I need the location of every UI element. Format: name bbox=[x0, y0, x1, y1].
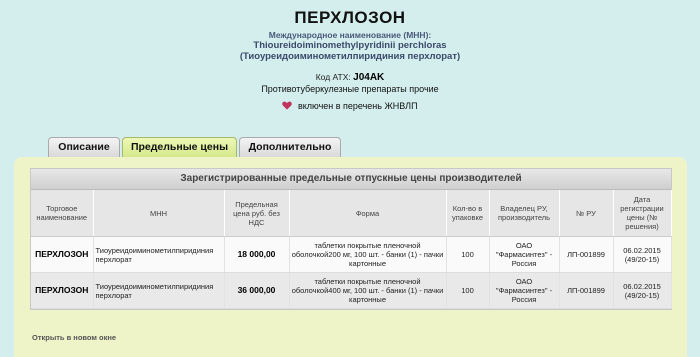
cell-price: 18 000,00 bbox=[224, 236, 290, 273]
col-reg-date: Дата регистрации цены (№ решения) bbox=[613, 190, 672, 237]
atc-code[interactable]: J04AK bbox=[353, 72, 384, 83]
mnn-latin-name: Thioureidoiminomethylpyridinii perchlora… bbox=[253, 40, 447, 51]
col-qty: Кол-во в упаковке bbox=[446, 190, 490, 237]
cell-form: таблетки покрытые пленочной оболочкой400… bbox=[289, 272, 447, 309]
cell-form: таблетки покрытые пленочной оболочкой200… bbox=[289, 236, 447, 273]
atc-description: Противотуберкулезные препараты прочие bbox=[261, 84, 439, 94]
cell-mnn: Тиоуреидоиминометилпиридиния перхлорат bbox=[93, 236, 225, 273]
cell-ru-number: ЛП-001899 bbox=[559, 272, 614, 309]
open-in-new-window-link[interactable]: Открыть в новом окне bbox=[32, 333, 116, 342]
table-row[interactable]: ПЕРХЛОЗОН Тиоуреидоиминометилпиридиния п… bbox=[31, 236, 672, 273]
col-trade-name: Торговое наименование bbox=[31, 190, 94, 237]
cell-qty: 100 bbox=[446, 236, 490, 273]
cell-trade-name: ПЕРХЛОЗОН bbox=[31, 272, 94, 309]
col-ru-number: № РУ bbox=[559, 190, 614, 237]
zhnvlp-status: включен в перечень ЖНВЛП bbox=[0, 101, 700, 111]
page-title: ПЕРХЛОЗОН bbox=[294, 8, 406, 27]
col-mnn: МНН bbox=[93, 190, 225, 237]
cell-qty: 100 bbox=[446, 272, 490, 309]
table-header-row: Торговое наименование МНН Предельная цен… bbox=[31, 190, 672, 237]
cell-reg-date: 06.02.2015 (49/20-15) bbox=[613, 272, 672, 309]
cell-owner: ОАО "Фармасинтез" - Россия bbox=[489, 272, 560, 309]
zhnvlp-text: включен в перечень ЖНВЛП bbox=[297, 101, 418, 111]
cell-price: 36 000,00 bbox=[224, 272, 290, 309]
table-caption: Зарегистрированные предельные отпускные … bbox=[31, 169, 671, 190]
mnn-caption: Международное наименование (МНН): bbox=[268, 30, 432, 40]
cell-ru-number: ЛП-001899 bbox=[559, 236, 614, 273]
cell-reg-date: 06.02.2015 (49/20-15) bbox=[613, 236, 672, 273]
atc-label: Код АТХ: bbox=[315, 72, 351, 82]
tab-price-limits[interactable]: Предельные цены bbox=[122, 137, 237, 158]
mnn-russian-name: (Тиоуреидоиминометилпиридиния перхлорат) bbox=[239, 51, 461, 62]
price-table: Зарегистрированные предельные отпускные … bbox=[30, 168, 672, 310]
tab-additional[interactable]: Дополнительно bbox=[239, 137, 341, 157]
heart-icon bbox=[282, 101, 293, 110]
cell-mnn: Тиоуреидоиминометилпиридиния перхлорат bbox=[93, 272, 225, 309]
col-price: Предельная цена руб. без НДС bbox=[224, 190, 290, 237]
atc-code-line: Код АТХ: J04AK bbox=[0, 72, 700, 83]
cell-owner: ОАО "Фармасинтез" - Россия bbox=[489, 236, 560, 273]
tab-description[interactable]: Описание bbox=[48, 137, 120, 157]
cell-trade-name: ПЕРХЛОЗОН bbox=[31, 236, 94, 273]
table-row[interactable]: ПЕРХЛОЗОН Тиоуреидоиминометилпиридиния п… bbox=[31, 272, 672, 309]
price-grid: Торговое наименование МНН Предельная цен… bbox=[31, 190, 672, 309]
col-owner: Владелец РУ, производитель bbox=[489, 190, 560, 237]
col-form: Форма bbox=[289, 190, 447, 237]
